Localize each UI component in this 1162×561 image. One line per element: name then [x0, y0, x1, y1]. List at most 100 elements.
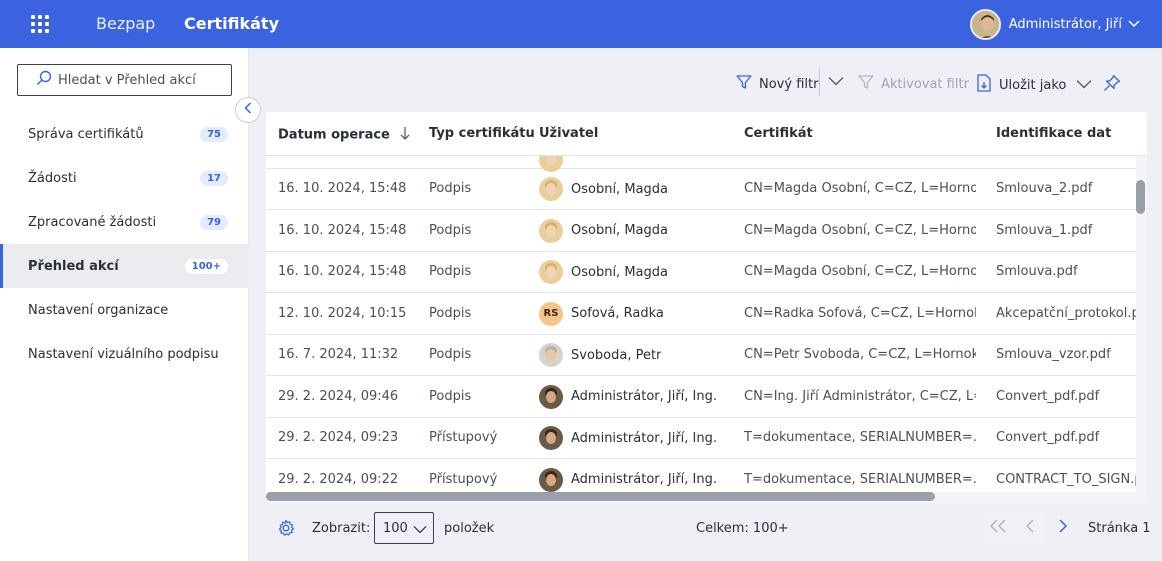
toolbar-divider [819, 68, 820, 96]
previous-page-button[interactable] [1015, 513, 1045, 543]
sidebar-nav: Správa certifikátů 75 Žádosti 17 Zpracov… [0, 112, 249, 376]
table-row[interactable]: 16. 10. 2024, 15:48 Podpis Osobní, Magda CN… [266, 211, 1136, 252]
table-row[interactable]: 16. 10. 2024, 15:48 Podpis Osobní, Magda CN… [266, 252, 1136, 293]
table-row[interactable]: 29. 2. 2024, 09:22 Přístupový Administráto… [266, 460, 1136, 493]
user-cell: Svoboda, Petr [539, 343, 661, 367]
user-name: Administrátor, Jiří [1008, 16, 1122, 32]
count-badge: 79 [200, 214, 228, 230]
sidebar-item-sprava-certifikatu[interactable]: Správa certifikátů 75 [0, 112, 249, 156]
table-row[interactable]: 29. 2. 2024, 09:46 Podpis Administrátor, J… [266, 377, 1136, 418]
first-page-button[interactable] [983, 513, 1013, 543]
table-row[interactable]: 29. 2. 2024, 09:23 Přístupový Administráto… [266, 418, 1136, 459]
data-identification-cell: Smlouva_1.pdf [996, 222, 1093, 238]
sidebar-item-label: Žádosti [28, 170, 77, 186]
certificate-cell: CN=Radka Sofová, C=CZ, L=Hornok... [744, 305, 976, 321]
activate-filter-label: Aktivovat filtr [881, 76, 969, 92]
save-as-button[interactable]: Uložit jako [976, 74, 1092, 96]
chevron-left-icon [244, 102, 252, 118]
count-badge: 75 [200, 126, 228, 142]
count-badge: 17 [200, 170, 228, 186]
type-cell: Podpis [429, 264, 472, 279]
data-identification-cell: Smlouva_vzor.pdf [996, 347, 1111, 362]
chevron-down-icon [828, 75, 844, 90]
date-cell: 16. 7. 2024, 11:32 [278, 347, 399, 362]
sidebar-item-nastaveni-vizualniho-podpisu[interactable]: Nastavení vizuálního podpisu [0, 332, 249, 376]
table-footer: Zobrazit: 100 položek Celkem: 100+ Strán… [250, 503, 1162, 561]
settings-button[interactable] [277, 519, 295, 541]
page-size-select[interactable]: 100 [374, 512, 434, 544]
user-name: Administrátor, Jiří, Ing. [571, 389, 718, 404]
sidebar-item-label: Přehled akcí [28, 258, 119, 274]
user-cell: Administrátor, Jiří, Ing. [539, 467, 717, 492]
type-cell: Podpis [429, 181, 472, 196]
user-menu[interactable]: Administrátor, Jiří [969, 8, 1140, 40]
table-row[interactable]: 12. 10. 2024, 10:15 Podpis RS Sofová, Radka… [266, 294, 1136, 335]
collapse-sidebar-button[interactable] [235, 97, 261, 123]
new-filter-button[interactable]: Nový filtr [736, 74, 818, 94]
sidebar-item-prehled-akci[interactable]: Přehled akcí 100+ [0, 244, 249, 288]
user-name: Osobní, Magda [571, 264, 668, 280]
search-icon [36, 70, 52, 90]
type-cell: Podpis [429, 222, 472, 238]
sidebar-item-label: Nastavení organizace [28, 302, 169, 318]
data-identification-cell: CONTRACT_TO_SIGN.pdf [996, 471, 1136, 487]
app-grid-icon[interactable] [31, 15, 49, 33]
sidebar-item-label: Správa certifikátů [28, 126, 144, 142]
table-header: Datum operace Typ certifikátu Uživatel C… [266, 112, 1147, 156]
table-row[interactable]: 16. 7. 2024, 11:32 Podpis Svoboda, Petr CN=… [266, 335, 1136, 376]
certificate-cell: T=dokumentace, SERIALNUMBER=... [744, 471, 976, 487]
date-cell: 16. 10. 2024, 15:48 [278, 264, 407, 279]
sidebar-item-zadosti[interactable]: Žádosti 17 [0, 156, 249, 200]
avatar [539, 343, 563, 367]
certificate-cell: CN=Magda Osobní, C=CZ, L=Horno... [744, 264, 976, 279]
date-cell: 12. 10. 2024, 10:15 [278, 305, 407, 321]
data-identification-cell: Smlouva_2.pdf [996, 181, 1093, 196]
type-cell: Podpis [429, 388, 472, 404]
type-cell: Podpis [429, 305, 472, 321]
data-identification-cell: Akcepatční_protokol.pdf [996, 305, 1136, 321]
certificate-cell: CN=Ing. Jiří Administrátor, C=CZ, L=... [744, 388, 976, 404]
page-size-value: 100 [383, 520, 408, 536]
column-header-identifikace[interactable]: Identifikace dat [996, 126, 1111, 141]
column-header-typ[interactable]: Typ certifikátu [429, 126, 535, 141]
avatar [539, 426, 563, 450]
page-indicator: Stránka 1 [1088, 521, 1151, 536]
certificate-cell: CN=Petr Svoboda, C=CZ, L=Hornokr... [744, 347, 976, 362]
date-cell: 29. 2. 2024, 09:23 [278, 430, 399, 445]
avatar [539, 467, 563, 492]
avatar: RS [539, 301, 563, 326]
column-label: Datum operace [278, 127, 390, 143]
filter-icon [858, 74, 874, 94]
column-header-uzivatel[interactable]: Uživatel [539, 126, 598, 141]
brand-link[interactable]: Bezpap [96, 14, 155, 33]
date-cell: 16. 10. 2024, 15:48 [278, 181, 407, 196]
certificate-cell: CN=Magda Osobní, C=CZ, L=Horno... [744, 181, 976, 196]
page-size-label: Zobrazit: [312, 521, 371, 536]
user-cell: Administrátor, Jiří, Ing. [539, 384, 718, 409]
avatar [539, 177, 563, 201]
activate-filter-button[interactable]: Aktivovat filtr [858, 74, 969, 94]
table-row[interactable]: 16. 10. 2024, 15:48 Podpis Osobní, Magda CN… [266, 169, 1136, 210]
next-page-button[interactable] [1048, 513, 1078, 543]
column-header-certifikat[interactable]: Certifikát [744, 126, 813, 141]
user-cell: Osobní, Magda [539, 218, 668, 243]
sort-descending-icon [400, 127, 410, 144]
chevron-down-icon [1128, 17, 1140, 32]
avatar [539, 218, 563, 243]
sidebar-item-nastaveni-organizace[interactable]: Nastavení organizace [0, 288, 249, 332]
filter-dropdown-button[interactable] [828, 75, 844, 90]
search-input[interactable]: Hledat v Přehled akcí [17, 64, 232, 96]
table-row[interactable] [266, 156, 1136, 172]
user-cell: RS Sofová, Radka [539, 301, 664, 326]
chevron-left-icon [1025, 519, 1035, 537]
avatar [539, 384, 563, 409]
user-name: Sofová, Radka [571, 306, 664, 321]
user-name: Osobní, Magda [571, 223, 668, 238]
data-identification-cell: Convert_pdf.pdf [996, 430, 1100, 445]
pin-button[interactable] [1103, 74, 1121, 96]
vertical-scrollbar-thumb[interactable] [1136, 180, 1145, 214]
column-header-datum[interactable]: Datum operace [278, 126, 410, 144]
horizontal-scrollbar-thumb[interactable] [266, 492, 935, 501]
sidebar-item-zpracovane-zadosti[interactable]: Zpracované žádosti 79 [0, 200, 249, 244]
sidebar-item-label: Zpracované žádosti [28, 214, 157, 230]
